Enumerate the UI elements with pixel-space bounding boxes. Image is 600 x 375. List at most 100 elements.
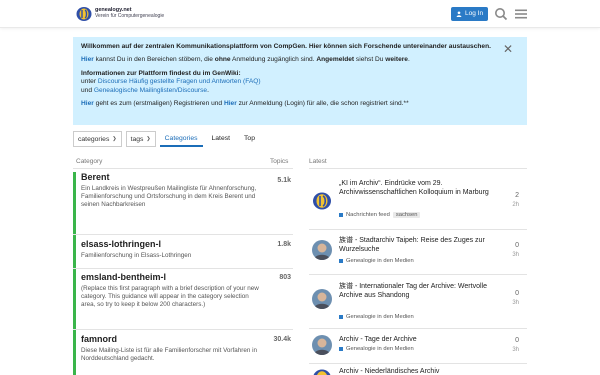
- banner-text: unter: [81, 78, 98, 86]
- topic-category[interactable]: Genealogie in den Medien: [346, 314, 414, 320]
- category-topic-count: 803: [279, 274, 291, 281]
- category-topic-count: 30.4k: [273, 336, 291, 343]
- banner-text: weitere: [385, 56, 408, 64]
- topic-meta: Genealogie in den Medien: [339, 314, 414, 320]
- topic-title[interactable]: 族谱 - Internationaler Tag der Archive: We…: [339, 282, 489, 300]
- list-item[interactable]: Archiv - Tage der Archive Genealogie in …: [312, 333, 527, 363]
- divider: [309, 363, 527, 364]
- banner-text: Angemeldet: [316, 56, 355, 64]
- divider: [309, 274, 527, 275]
- site-header: genealogy.net Verein für Computergenealo…: [0, 0, 600, 28]
- user-avatar: [312, 335, 332, 355]
- category-name[interactable]: Berent: [81, 172, 293, 182]
- topic-reply-count: 0: [515, 290, 519, 297]
- topics-column-header: Topics: [270, 158, 289, 165]
- topic-meta: Nachrichten feed sachsen: [339, 212, 421, 218]
- search-icon[interactable]: [494, 7, 508, 21]
- topic-reply-count: 0: [515, 242, 519, 249]
- topic-age: 3h: [512, 300, 519, 306]
- tab-top[interactable]: Top: [239, 131, 260, 147]
- banner-intro: Willkommen auf der zentralen Kommunikati…: [81, 43, 491, 50]
- divider: [309, 328, 527, 329]
- login-button[interactable]: Log In: [451, 7, 489, 21]
- login-link[interactable]: Hier: [224, 100, 237, 107]
- topic-reply-count: 0: [515, 337, 519, 344]
- category-color-square: [339, 259, 343, 263]
- chevron-down-icon: ❯: [146, 136, 151, 142]
- list-item[interactable]: Archiv - Niederländisches Archiv: [312, 367, 527, 375]
- category-row[interactable]: famnord 30.4k Diese Mailing-Liste ist fü…: [73, 330, 293, 375]
- logo-text: genealogy.net Verein für Computergenealo…: [95, 7, 164, 19]
- login-label: Log In: [465, 10, 484, 17]
- categories-dropdown[interactable]: categories ❯: [73, 131, 122, 147]
- topic-meta: Genealogie in den Medien: [339, 258, 414, 264]
- user-icon: [456, 11, 462, 17]
- hamburger-menu-icon[interactable]: [514, 7, 528, 21]
- tab-latest[interactable]: Latest: [207, 131, 236, 147]
- banner-wiki-title: Informationen zur Plattform findest du i…: [81, 69, 241, 77]
- logo-subtitle: Verein für Computergenealogie: [95, 13, 165, 19]
- chevron-down-icon: ❯: [112, 136, 117, 142]
- topic-reply-count: 2: [515, 192, 519, 199]
- welcome-banner: ✕ Willkommen auf der zentralen Kommunika…: [73, 37, 527, 125]
- topic-age: 3h: [512, 252, 519, 258]
- topic-title[interactable]: 族谱 - Stadtarchiv Taipeh: Reise des Zuges…: [339, 236, 489, 254]
- topic-age: 2h: [512, 202, 519, 208]
- category-name[interactable]: emsland-bentheim-l: [81, 272, 293, 282]
- topic-category[interactable]: Genealogie in den Medien: [346, 346, 414, 352]
- genealogy-logo-avatar: [313, 369, 331, 375]
- topic-title[interactable]: Archiv - Niederländisches Archiv: [339, 367, 489, 375]
- banner-paragraph-4: Hier geht es zum (erstmaligen) Registrie…: [81, 100, 519, 108]
- topic-title[interactable]: „KI im Archiv“. Eindrücke vom 29. Archiv…: [339, 179, 489, 197]
- category-color-square: [339, 213, 343, 217]
- banner-text: zur Anmeldung (Login) für alle, die scho…: [236, 100, 409, 108]
- close-icon[interactable]: ✕: [503, 43, 513, 55]
- register-link[interactable]: Hier: [81, 100, 94, 107]
- banner-paragraph-2: Hier kannst Du in den Bereichen stöbern,…: [81, 56, 519, 64]
- faq-link[interactable]: Discourse Häufig gestellte Fragen und An…: [98, 78, 261, 85]
- topic-category[interactable]: Genealogie in den Medien: [346, 258, 414, 264]
- mailinglists-link[interactable]: Genealogische Mailinglisten/Discourse: [94, 87, 207, 94]
- category-description: Familienforschung in Elsass-Lothringen: [81, 252, 192, 259]
- banner-text: Anmeldung zugänglich sind.: [230, 56, 317, 64]
- banner-browse-link[interactable]: Hier: [81, 56, 94, 63]
- category-topic-count: 1.8k: [277, 241, 291, 248]
- tags-dropdown-label: tags: [130, 135, 144, 143]
- category-description: Diese Mailing-Liste ist für alle Familie…: [81, 347, 258, 363]
- topic-title[interactable]: Archiv - Tage der Archive: [339, 335, 489, 344]
- user-avatar: [312, 240, 332, 260]
- banner-text: und: [81, 86, 94, 94]
- divider: [309, 168, 527, 169]
- divider: [309, 229, 527, 230]
- banner-text: geht es zum (erstmaligen) Registrieren u…: [93, 100, 224, 108]
- banner-text: ohne: [214, 56, 231, 64]
- category-color-square: [339, 315, 343, 319]
- category-color-square: [339, 347, 343, 351]
- list-item[interactable]: „KI im Archiv“. Eindrücke vom 29. Archiv…: [312, 177, 527, 229]
- category-name[interactable]: famnord: [81, 334, 293, 344]
- topic-category[interactable]: Nachrichten feed: [346, 212, 390, 218]
- site-logo[interactable]: [76, 6, 92, 22]
- category-row[interactable]: emsland-bentheim-l 803 (Replace this fir…: [73, 269, 293, 329]
- category-name[interactable]: elsass-lothringen-l: [81, 239, 293, 249]
- banner-paragraph-3: Informationen zur Plattform findest du i…: [81, 70, 519, 95]
- tab-categories[interactable]: Categories: [159, 131, 203, 147]
- category-description: (Replace this first paragraph with a bri…: [81, 285, 259, 309]
- banner-text: .: [207, 86, 209, 94]
- genealogy-logo-avatar: [312, 191, 332, 211]
- category-column-header: Category: [76, 158, 103, 165]
- category-row[interactable]: Berent 5.1k Ein Landkreis in Westpreußen…: [73, 172, 293, 234]
- banner-text: .: [407, 56, 410, 64]
- user-avatar: [312, 289, 332, 309]
- category-description: Ein Landkreis in Westpreußen Mailinglist…: [81, 185, 257, 209]
- topic-age: 3h: [512, 347, 519, 353]
- banner-text: siehst Du: [354, 56, 386, 64]
- tags-dropdown[interactable]: tags ❯: [125, 131, 156, 147]
- category-row[interactable]: elsass-lothringen-l 1.8k Familienforschu…: [73, 235, 293, 268]
- topic-tag[interactable]: sachsen: [392, 212, 421, 218]
- list-item[interactable]: 族谱 - Internationaler Tag der Archive: We…: [312, 280, 527, 326]
- divider: [73, 168, 293, 169]
- list-item[interactable]: 族谱 - Stadtarchiv Taipeh: Reise des Zuges…: [312, 234, 527, 270]
- banner-text: kannst Du in den Bereichen stöbern, die: [93, 56, 215, 64]
- latest-column-header: Latest: [309, 158, 327, 165]
